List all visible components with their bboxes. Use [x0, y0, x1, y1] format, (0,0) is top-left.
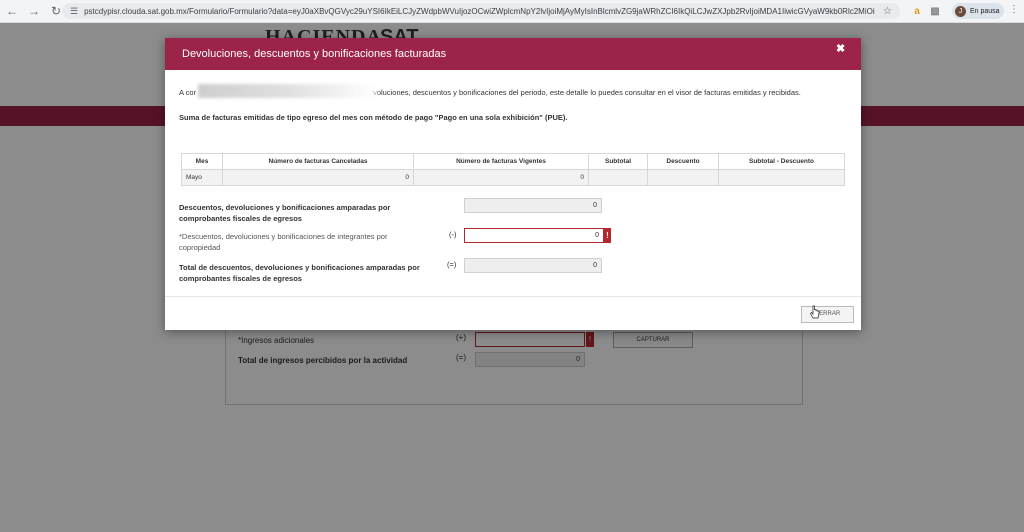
modal-header: Devoluciones, descuentos y bonificacione… [165, 38, 861, 70]
cell-mes: Mayo [181, 169, 223, 186]
modal-title: Devoluciones, descuentos y bonificacione… [182, 48, 447, 60]
cell-canceladas: 0 [222, 169, 414, 186]
star-icon[interactable]: ☆ [883, 6, 892, 17]
url-text: pstcdypisr.clouda.sat.gob.mx/Formulario/… [84, 6, 875, 16]
table-header-row: Mes Número de facturas Canceladas Número… [181, 153, 845, 170]
avatar: J [955, 5, 966, 17]
total-descuentos-label: Total de descuentos, devoluciones y boni… [179, 263, 420, 283]
copropiedad-error-icon: ! [604, 228, 611, 243]
modal-divider [165, 296, 861, 297]
amazon-icon[interactable]: a [910, 4, 924, 18]
extensions-icon[interactable]: ▩ [928, 4, 942, 18]
descuentos-cfdi-input: 0 [464, 198, 602, 213]
col-subtotal-descuento: Subtotal - Descuento [718, 153, 845, 170]
cell-vigentes: 0 [413, 169, 589, 186]
section-subtitle: Suma de facturas emitidas de tipo egreso… [179, 113, 568, 122]
copropiedad-input[interactable]: 0 [464, 228, 604, 243]
kebab-icon[interactable]: ⋮ [1008, 4, 1020, 18]
close-icon[interactable]: ✖ [836, 42, 845, 55]
cerrar-button[interactable]: CERRAR [801, 306, 854, 323]
address-bar[interactable]: ☰ pstcdypisr.clouda.sat.gob.mx/Formulari… [62, 3, 900, 19]
col-canceladas: Número de facturas Canceladas [222, 153, 414, 170]
total-descuentos-input: 0 [464, 258, 602, 273]
col-descuento: Descuento [647, 153, 719, 170]
table-row: Mayo 0 0 [181, 169, 845, 186]
profile-button[interactable]: J En pausa [952, 3, 1004, 19]
pointer-cursor-icon [810, 305, 820, 319]
intro-prefix: A cor [179, 88, 197, 97]
tune-icon[interactable]: ☰ [70, 6, 78, 17]
redacted-blur [198, 84, 378, 98]
copropiedad-label: *Descuentos, devoluciones y bonificacion… [179, 232, 388, 252]
copropiedad-sign: (-) [449, 230, 457, 239]
facturas-table: Mes Número de facturas Canceladas Número… [181, 153, 845, 186]
cell-subtotal [588, 169, 648, 186]
back-icon[interactable]: ← [2, 1, 22, 21]
cell-descuento [647, 169, 719, 186]
cell-subtotal-descuento [718, 169, 845, 186]
col-vigentes: Número de facturas Vigentes [413, 153, 589, 170]
intro-suffix: voluciones, descuentos y bonificaciones … [373, 88, 801, 97]
profile-label: En pausa [970, 7, 1000, 15]
forward-icon[interactable]: → [24, 1, 44, 21]
total-descuentos-sign: (=) [447, 260, 457, 269]
col-mes: Mes [181, 153, 223, 170]
modal-dialog: Devoluciones, descuentos y bonificacione… [165, 38, 861, 330]
descuentos-cfdi-label: Descuentos, devoluciones y bonificacione… [179, 203, 391, 223]
col-subtotal: Subtotal [588, 153, 648, 170]
